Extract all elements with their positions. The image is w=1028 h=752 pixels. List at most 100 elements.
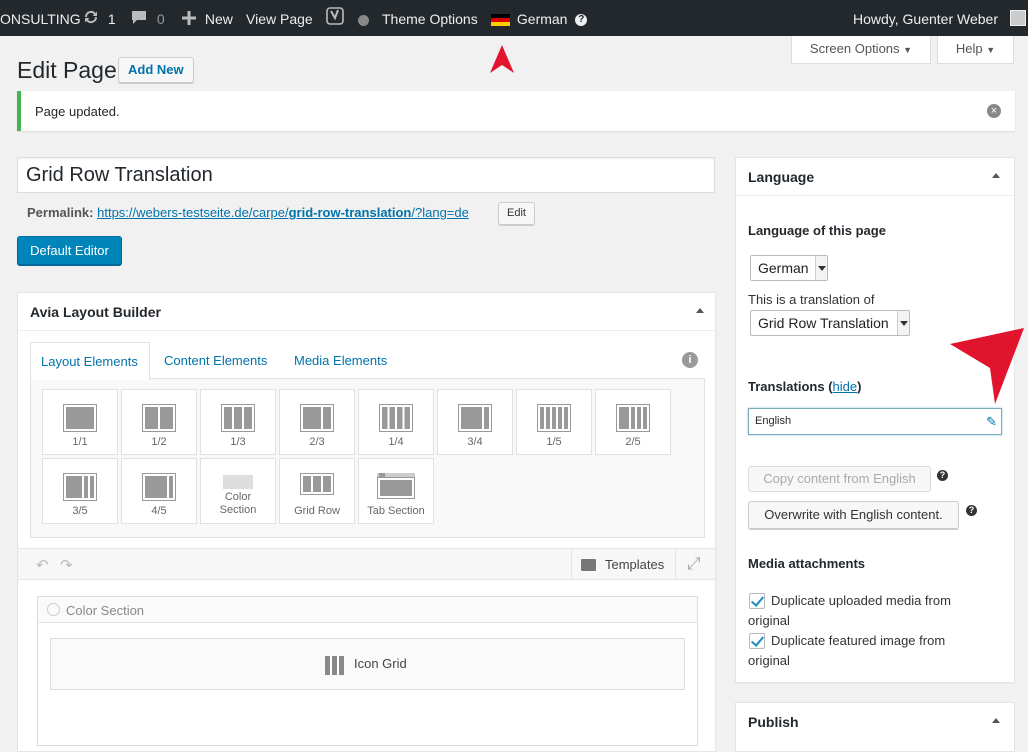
element-label: Color Section	[219, 491, 257, 516]
screen-options-button[interactable]: Screen Options ▼	[791, 36, 931, 64]
element-label: 1/4	[388, 436, 404, 448]
column-3-4-icon	[458, 404, 492, 432]
language-panel: Language Language of this page German Th…	[735, 157, 1015, 683]
templates-label: Templates	[605, 557, 665, 572]
permalink-label: Permalink:	[27, 205, 94, 220]
color-section-block[interactable]: Color Section Icon Grid	[37, 596, 698, 746]
site-name-link[interactable]: ONSULTING	[0, 0, 81, 36]
language-label: German	[516, 11, 568, 27]
element-label: 1/1	[72, 436, 88, 448]
radio-circle-icon[interactable]	[47, 603, 60, 616]
collapse-arrow-icon[interactable]	[992, 718, 1000, 723]
element-color-section[interactable]: Color Section	[200, 458, 276, 524]
duplicate-featured-label: Duplicate featured image from original	[748, 633, 946, 668]
permalink: Permalink: https://webers-testseite.de/c…	[27, 205, 469, 220]
element-3-5[interactable]: 3/5	[42, 458, 118, 524]
column-2-5-icon	[616, 404, 650, 432]
collapse-arrow-icon[interactable]	[696, 308, 704, 313]
color-section-header: Color Section	[38, 597, 697, 623]
comment-icon	[131, 1, 147, 39]
column-1-2-icon	[142, 404, 176, 432]
element-1-4[interactable]: 1/4	[358, 389, 434, 455]
tab-content-elements[interactable]: Content Elements	[164, 342, 267, 378]
tab-media-elements[interactable]: Media Elements	[294, 342, 387, 378]
canvas-toolbar: ↶ ↷ Templates ⤢	[18, 548, 715, 580]
help-button[interactable]: Help ▼	[937, 36, 1014, 64]
admin-bar: ONSULTING 1 0 New View Page Theme Option…	[0, 0, 1028, 36]
element-3-4[interactable]: 3/4	[437, 389, 513, 455]
fullscreen-icon[interactable]: ⤢	[687, 554, 701, 574]
translations-prefix: Translations (	[748, 379, 833, 394]
title-input[interactable]: Grid Row Translation	[17, 157, 715, 193]
element-2-5[interactable]: 2/5	[595, 389, 671, 455]
updates-count: 1	[107, 11, 116, 27]
german-flag-icon	[491, 14, 510, 27]
element-label: 2/3	[309, 436, 325, 448]
dismiss-icon[interactable]: ×	[987, 104, 1001, 118]
select-arrow-icon	[815, 256, 827, 280]
default-editor-button[interactable]: Default Editor	[17, 236, 122, 265]
divider	[736, 195, 1014, 196]
element-1-3[interactable]: 1/3	[200, 389, 276, 455]
element-1-1[interactable]: 1/1	[42, 389, 118, 455]
permalink-base: https://webers-testseite.de/carpe/	[97, 205, 289, 220]
permalink-link[interactable]: https://webers-testseite.de/carpe/grid-r…	[97, 205, 469, 220]
help-icon[interactable]: ?	[966, 505, 977, 516]
new-content-link[interactable]: New	[182, 0, 233, 36]
comments-link[interactable]: 0	[131, 0, 165, 36]
translation-of-label: This is a translation of	[748, 292, 875, 307]
permalink-query: /?lang=de	[411, 205, 469, 220]
element-tab-section[interactable]: Tab Section	[358, 458, 434, 524]
select-arrow-icon	[897, 311, 909, 335]
theme-options-link[interactable]: Theme Options	[382, 0, 478, 36]
yoast-seo-link[interactable]	[326, 0, 369, 36]
layout-builder-title: Avia Layout Builder	[30, 304, 161, 320]
caret-down-icon: ▼	[986, 45, 996, 55]
screen-options-label: Screen Options	[809, 41, 900, 56]
element-4-5[interactable]: 4/5	[121, 458, 197, 524]
updates-link[interactable]: 1	[82, 0, 116, 36]
element-label: Grid Row	[294, 505, 340, 517]
account-link[interactable]: Howdy, Guenter Weber	[853, 0, 998, 36]
translation-of-select[interactable]: Grid Row Translation	[750, 310, 910, 336]
plus-icon	[182, 1, 196, 39]
language-select[interactable]: German	[750, 255, 828, 281]
language-switcher[interactable]: German ?	[491, 0, 588, 36]
hide-link[interactable]: hide	[833, 379, 858, 394]
icon-grid-label: Icon Grid	[354, 656, 407, 671]
color-section-icon	[223, 475, 253, 489]
icon-grid-block[interactable]: Icon Grid	[50, 638, 685, 690]
language-select-value: German	[758, 260, 809, 276]
collapse-arrow-icon[interactable]	[992, 173, 1000, 178]
view-page-link[interactable]: View Page	[246, 0, 313, 36]
edit-permalink-button[interactable]: Edit	[498, 202, 535, 225]
element-1-2[interactable]: 1/2	[121, 389, 197, 455]
element-grid-row[interactable]: Grid Row	[279, 458, 355, 524]
help-icon[interactable]: ?	[937, 470, 948, 481]
add-new-button[interactable]: Add New	[118, 57, 194, 83]
undo-icon[interactable]: ↶	[36, 556, 49, 574]
translations-suffix: )	[857, 379, 862, 394]
overwrite-content-button[interactable]: Overwrite with English content.	[748, 501, 959, 529]
templates-button[interactable]: Templates	[571, 549, 676, 580]
column-4-5-icon	[142, 473, 176, 501]
element-label: 3/5	[72, 505, 88, 517]
caret-down-icon: ▼	[903, 45, 913, 55]
column-3-5-icon	[63, 473, 97, 501]
element-2-3[interactable]: 2/3	[279, 389, 355, 455]
element-1-5[interactable]: 1/5	[516, 389, 592, 455]
redo-icon[interactable]: ↷	[60, 556, 73, 574]
page-title: Edit Page	[17, 57, 117, 83]
tab-layout-elements[interactable]: Layout Elements	[30, 342, 150, 380]
info-icon[interactable]: i	[682, 352, 698, 368]
red-arrow-up-icon	[490, 45, 514, 73]
avatar[interactable]	[1010, 10, 1026, 26]
yoast-icon	[326, 1, 344, 39]
pencil-icon[interactable]: ✎	[986, 409, 997, 434]
english-translation-field[interactable]: English ✎	[748, 408, 1002, 435]
element-label: 2/5	[625, 436, 641, 448]
seo-status-dot-icon	[357, 14, 369, 26]
column-1-1-icon	[63, 404, 97, 432]
refresh-icon	[82, 1, 100, 39]
publish-title: Publish	[748, 714, 799, 730]
